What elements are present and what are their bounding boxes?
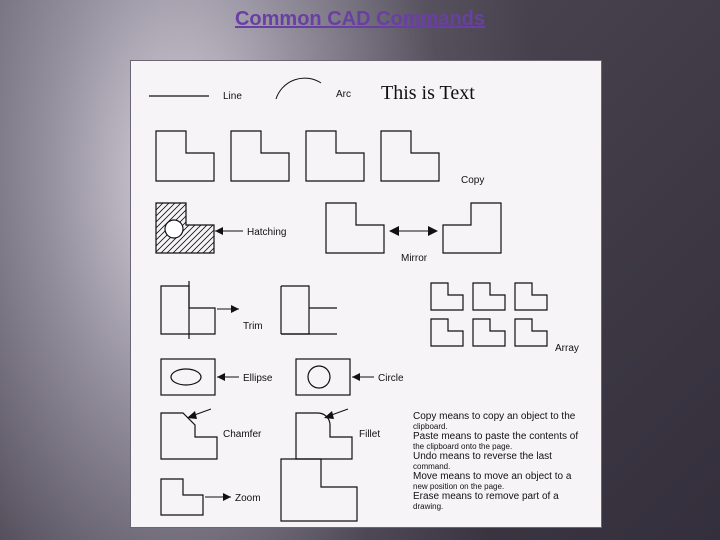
fillet-group [296, 409, 352, 459]
label-arc: Arc [336, 89, 351, 100]
description-block: Copy means to copy an object to the clip… [413, 411, 578, 511]
ellipse-group [161, 359, 215, 395]
label-ellipse: Ellipse [243, 373, 273, 384]
label-line: Line [223, 91, 242, 102]
label-hatching: Hatching [247, 227, 286, 238]
label-array: Array [555, 343, 579, 354]
hatching-group [156, 203, 214, 253]
svg-text:Erase means to remove part of: Erase means to remove part of a [413, 491, 559, 502]
svg-text:Paste means to paste the conte: Paste means to paste the contents of [413, 431, 578, 442]
array-group [431, 283, 547, 346]
svg-text:Move means to move an object t: Move means to move an object to a [413, 471, 572, 482]
label-trim: Trim [243, 321, 263, 332]
text-sample: This is Text [381, 82, 475, 104]
label-mirror: Mirror [401, 253, 428, 264]
label-copy: Copy [461, 175, 484, 186]
svg-text:Copy means to copy an object t: Copy means to copy an object to the [413, 411, 576, 422]
label-fillet: Fillet [359, 429, 380, 440]
chamfer-group [161, 409, 217, 459]
commands-diagram: Line Arc This is Text Copy [130, 60, 602, 528]
zoom-group [161, 459, 357, 521]
svg-text:clipboard.: clipboard. [413, 422, 448, 431]
svg-text:the clipboard onto the page.: the clipboard onto the page. [413, 442, 512, 451]
copy-group [156, 131, 439, 181]
label-zoom: Zoom [235, 493, 261, 504]
slide: Common CAD Commands Line Arc This is Tex… [0, 0, 720, 540]
label-chamfer: Chamfer [223, 429, 262, 440]
mirror-group [326, 203, 501, 253]
svg-text:command.: command. [413, 462, 450, 471]
label-circle: Circle [378, 373, 404, 384]
svg-text:drawing.: drawing. [413, 502, 443, 511]
svg-text:new position on the page.: new position on the page. [413, 482, 504, 491]
page-title: Common CAD Commands [0, 8, 720, 31]
svg-text:Undo means to reverse the last: Undo means to reverse the last [413, 451, 552, 462]
circle-group [296, 359, 350, 395]
